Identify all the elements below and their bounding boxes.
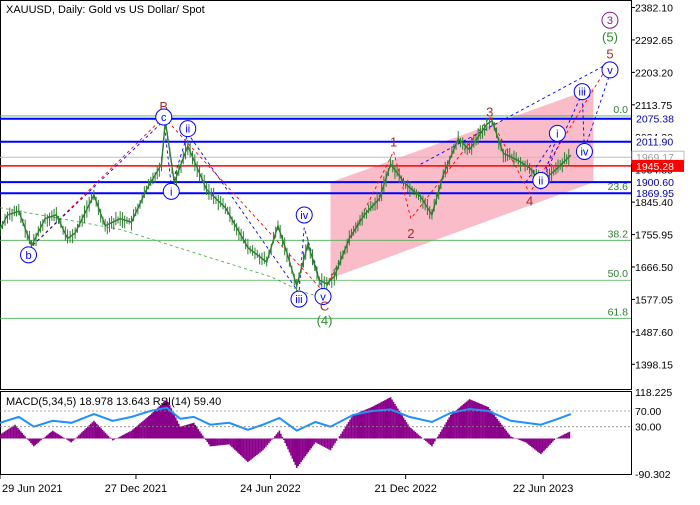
osc-tick-label-1: 70.00 bbox=[635, 406, 661, 418]
wave-label-3: ii bbox=[185, 124, 190, 136]
y-axis: 2382.102292.652203.202113.752024.301934.… bbox=[631, 2, 685, 371]
wave-label-10: 1 bbox=[390, 135, 397, 150]
wave-label-20: (5) bbox=[602, 30, 618, 45]
x-tick-label-1: 27 Dec 2021 bbox=[105, 483, 167, 495]
x-tick-label-0: 29 Jun 2021 bbox=[2, 483, 63, 495]
x-tick-label-2: 24 Jun 2022 bbox=[240, 483, 301, 495]
wave-label-17: iv bbox=[580, 146, 588, 158]
x-axis: 29 Jun 2021 27 Dec 2021 24 Jun 2022 21 Dec … bbox=[0, 474, 573, 495]
level-label-level-2011: 2011.90 bbox=[636, 137, 673, 149]
wave-label-9: (4) bbox=[317, 313, 333, 328]
osc-tick-label-3: -90.302 bbox=[635, 469, 671, 481]
y-tick-label-1: 2292.65 bbox=[635, 35, 673, 47]
wave-label-8: C bbox=[320, 299, 329, 314]
fib-label-0: 0.0 bbox=[613, 104, 628, 116]
chart-svg: 0.023.638.250.061.8 bBciiiiviii vC(4)1234… bbox=[0, 0, 685, 495]
y-tick-label-7: 1755.95 bbox=[635, 230, 673, 242]
wave-label-2: c bbox=[161, 112, 167, 124]
fib-label-4: 61.8 bbox=[608, 306, 629, 318]
wave-label-4: i bbox=[170, 186, 172, 198]
wave-label-18: v bbox=[607, 65, 613, 77]
y-tick-label-11: 1398.15 bbox=[635, 359, 673, 371]
wave-label-0: b bbox=[25, 250, 31, 262]
wave-label-11: 2 bbox=[407, 226, 414, 241]
y-tick-label-10: 1487.60 bbox=[635, 327, 673, 339]
chart-title: XAUUSD, Daily: Gold vs US Dollar/ Spot bbox=[6, 4, 205, 16]
x-tick-label-3: 21 Dec 2022 bbox=[374, 483, 436, 495]
wave-label-16: iii bbox=[579, 87, 586, 99]
fib-label-2: 38.2 bbox=[608, 228, 629, 240]
wave-label-13: 4 bbox=[526, 193, 533, 208]
level-label-level-2075: 2075.38 bbox=[636, 114, 674, 126]
wave-label-19: 5 bbox=[606, 47, 613, 62]
osc-tick-label-2: 30.00 bbox=[635, 422, 661, 434]
x-tick-label-4: 22 Jun 2023 bbox=[513, 483, 574, 495]
y-tick-label-3: 2113.75 bbox=[635, 100, 672, 112]
chart-root: 0.0 23.6 38.2 50.0 61.8 b Bc ii i iv iii v C (4) 1 2 3 4… bbox=[0, 0, 700, 500]
wave-label-6: iii bbox=[295, 294, 302, 306]
level-label-level-1869: 1869.95 bbox=[636, 188, 674, 200]
level-label-level-1945: 1945.28 bbox=[636, 161, 674, 173]
indicator-title: MACD(5,34,5) 18.978 13.643 RSI(14) 59.40 bbox=[6, 396, 222, 408]
wave-label-12: 3 bbox=[486, 105, 493, 120]
y-tick-label-0: 2382.10 bbox=[635, 2, 673, 14]
wave-label-14: i bbox=[556, 128, 558, 140]
wave-label-21: 3 bbox=[607, 15, 613, 27]
osc-tick-label-0: 118.225 bbox=[635, 387, 672, 399]
y-tick-label-2: 2203.20 bbox=[635, 67, 673, 79]
wave-label-5: iv bbox=[300, 210, 308, 222]
y-tick-label-8: 1666.50 bbox=[635, 262, 673, 274]
fib-label-3: 50.0 bbox=[608, 268, 629, 280]
wave-label-15: ii bbox=[538, 175, 543, 187]
y-tick-label-9: 1577.05 bbox=[635, 294, 673, 306]
